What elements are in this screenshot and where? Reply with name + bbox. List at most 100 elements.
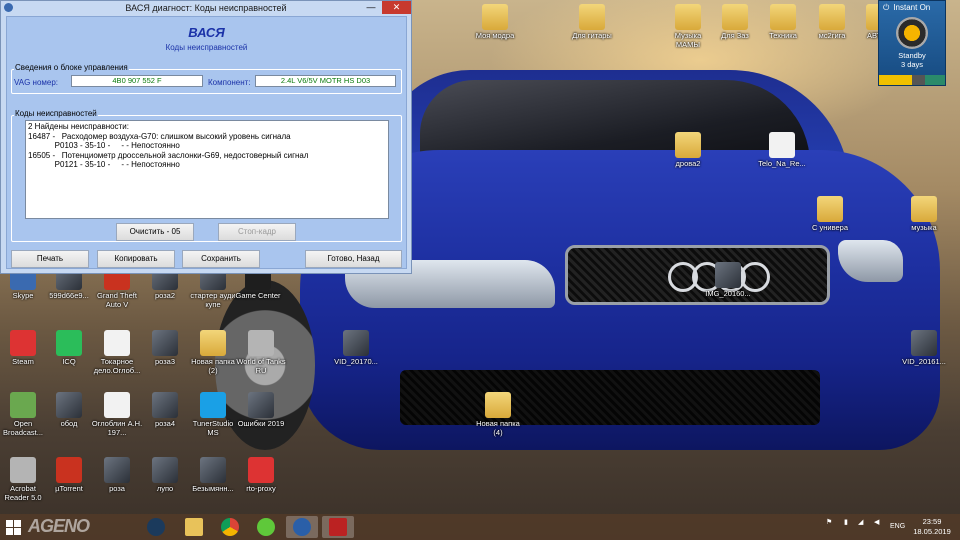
desktop-icon[interactable]: Для гитары <box>566 4 618 41</box>
desktop-icon[interactable]: лупо <box>139 457 191 494</box>
taskbar-icq[interactable] <box>250 516 282 538</box>
desktop-icon[interactable]: музыка <box>898 196 950 233</box>
close-button[interactable]: ✕ <box>382 1 411 14</box>
instant-on-widget[interactable]: ⏻ Instant On Standby 3 days <box>878 0 946 86</box>
desktop-icon[interactable]: VID_20161... <box>898 330 950 367</box>
vasya-window-icon <box>329 518 347 536</box>
fault-codes-list[interactable]: 2 Найдены неисправности: 16487 - Расходо… <box>25 120 389 219</box>
clock-date: 18.05.2019 <box>913 527 951 536</box>
desktop-icon[interactable]: Ошибки 2019 <box>235 392 287 429</box>
document-icon <box>104 330 130 356</box>
desktop-icon[interactable]: VID_20170... <box>330 330 382 367</box>
folder-icon <box>722 4 748 30</box>
desktop-icon[interactable]: обод <box>43 392 95 429</box>
desktop-icon-label: Grand Theft Auto V <box>97 291 137 309</box>
desktop-icon[interactable]: Acrobat Reader 5.0 <box>0 457 49 502</box>
desktop-icon-label: TunerStudio MS <box>192 419 234 437</box>
desktop-icon[interactable]: роза4 <box>139 392 191 429</box>
desktop-icon-label: Для Заз <box>721 31 749 40</box>
taskbar: AGENO ⚑ ▮ ◢ ◀ ENG 23:59 18.05.2019 <box>0 514 960 540</box>
window-client: ВАСЯ Коды неисправностей Сведения о блок… <box>6 16 407 269</box>
print-button[interactable]: Печать <box>11 250 89 268</box>
image-icon <box>200 457 226 483</box>
flag-icon[interactable]: ⚑ <box>826 518 832 526</box>
app-icon <box>10 330 36 356</box>
vag-number-label: VAG номер: <box>14 78 59 87</box>
desktop-icon[interactable]: дрова2 <box>662 132 714 169</box>
freeze-frame-button[interactable]: Стоп-кадр <box>218 223 296 241</box>
desktop-icon[interactable]: Новая папка (2) <box>187 330 239 375</box>
desktop-icon[interactable]: С универа <box>804 196 856 233</box>
taskbar-steam[interactable] <box>140 516 172 538</box>
app-icon <box>10 392 36 418</box>
folder-icon <box>770 4 796 30</box>
copy-button[interactable]: Копировать <box>97 250 175 268</box>
taskbar-chrome[interactable] <box>214 516 246 538</box>
vag-number-field[interactable]: 4B0 907 552 F <box>71 75 203 87</box>
app-icon <box>4 3 13 12</box>
desktop-icon[interactable]: rto-proxy <box>235 457 287 494</box>
watermark-logo: AGENO <box>28 516 90 536</box>
desktop-icon-label: rto-proxy <box>246 484 276 493</box>
app-icon <box>200 392 226 418</box>
start-button[interactable] <box>6 520 21 535</box>
desktop-icon-label: обод <box>60 419 78 428</box>
minimize-button[interactable]: — <box>362 1 380 14</box>
desktop-icon-label: роза <box>109 484 125 493</box>
taskbar-explorer[interactable] <box>178 516 210 538</box>
window-titlebar[interactable]: ВАСЯ диагност: Коды неисправностей — ✕ <box>1 1 411 15</box>
desktop-icon-label: World of Tanks RU <box>236 357 286 375</box>
desktop-icon[interactable]: мс2гига <box>806 4 858 41</box>
desktop-icon[interactable]: Техника <box>757 4 809 41</box>
desktop-icon[interactable]: Оглоблин А.Н. 197... <box>91 392 143 437</box>
app-icon <box>56 330 82 356</box>
image-icon <box>56 392 82 418</box>
clear-codes-button[interactable]: Очистить - 05 <box>116 223 194 241</box>
folder-icon <box>579 4 605 30</box>
desktop-icon[interactable]: IMG_20160... <box>702 262 754 299</box>
fault-code-line: 2 Найдены неисправности: <box>28 122 129 131</box>
desktop-icon[interactable]: Музыка МАМЫ <box>662 4 714 49</box>
taskbar-vasya[interactable] <box>286 516 318 538</box>
desktop-icon[interactable]: Новая папка (4) <box>472 392 524 437</box>
desktop-icon-label: роза4 <box>154 419 176 428</box>
desktop-icon-label: Skype <box>12 291 34 300</box>
network-icon[interactable]: ◢ <box>858 518 863 526</box>
desktop-icon[interactable]: Open Broadcast... <box>0 392 49 437</box>
save-button[interactable]: Сохранить <box>182 250 260 268</box>
desktop-icon[interactable]: World of Tanks RU <box>235 330 287 375</box>
instant-on-status-bar <box>879 75 945 85</box>
desktop-icon-label: роза2 <box>154 291 176 300</box>
desktop-icon[interactable]: роза3 <box>139 330 191 367</box>
desktop-icon[interactable]: TunerStudio MS <box>187 392 239 437</box>
component-field[interactable]: 2.4L V6/5V MOTR HS D03 <box>255 75 396 87</box>
desktop-icon-label: Для гитары <box>572 31 612 40</box>
desktop-icon-label: Telo_Na_Re... <box>758 159 806 168</box>
folder-icon <box>675 132 701 158</box>
desktop-icon-label: IMG_20160... <box>705 289 751 298</box>
desktop-icon[interactable]: Telo_Na_Re... <box>756 132 808 169</box>
done-back-button[interactable]: Готово, Назад <box>305 250 402 268</box>
desktop-icon-label: ICQ <box>62 357 76 366</box>
desktop-icon[interactable]: Безымянн... <box>187 457 239 494</box>
desktop-icon[interactable]: Моя модра <box>469 4 521 41</box>
window-title: ВАСЯ диагност: Коды неисправностей <box>125 3 287 13</box>
screen-subtitle: Коды неисправностей <box>165 43 248 52</box>
clock[interactable]: 23:59 18.05.2019 <box>910 517 954 537</box>
desktop-icon[interactable]: Steam <box>0 330 49 367</box>
desktop-icon[interactable]: µTorrent <box>43 457 95 494</box>
chrome-icon <box>221 518 239 536</box>
volume-icon[interactable]: ◀ <box>874 518 879 526</box>
taskbar-vasya-2[interactable] <box>322 516 354 538</box>
battery-icon[interactable]: ▮ <box>844 518 848 526</box>
desktop-icon[interactable]: Для Заз <box>709 4 761 41</box>
fault-code-line: P0121 - 35-10 - - - Непостоянно <box>28 160 180 170</box>
instant-on-button[interactable] <box>896 17 928 49</box>
desktop-icon[interactable]: роза <box>91 457 143 494</box>
image-icon <box>104 457 130 483</box>
desktop-icon[interactable]: ICQ <box>43 330 95 367</box>
desktop-icon-label: Безымянн... <box>192 484 234 493</box>
language-indicator[interactable]: ENG <box>890 523 905 530</box>
image-icon <box>152 330 178 356</box>
desktop-icon[interactable]: Токарное дело.Оглоб... <box>91 330 143 375</box>
